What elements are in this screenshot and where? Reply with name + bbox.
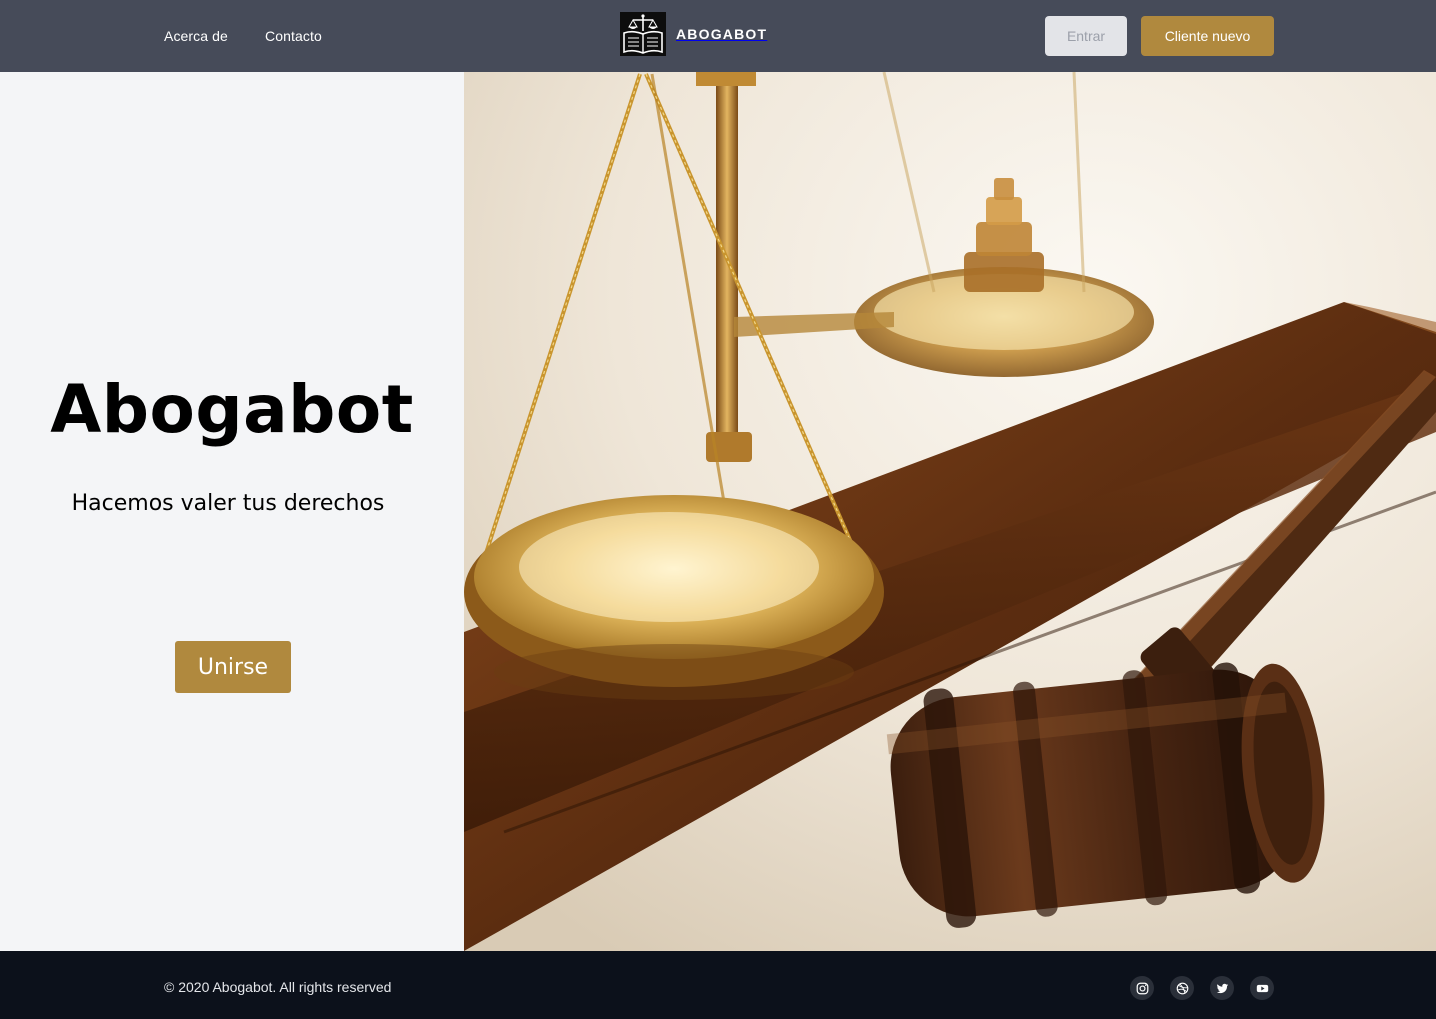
- hero-text-panel: Abogabot Hacemos valer tus derechos Unir…: [0, 72, 464, 951]
- nav-link-about[interactable]: Acerca de: [164, 27, 228, 45]
- youtube-icon[interactable]: [1250, 976, 1274, 1000]
- instagram-icon[interactable]: [1130, 976, 1154, 1000]
- new-client-button[interactable]: Cliente nuevo: [1141, 16, 1274, 56]
- brand-logo-link[interactable]: ABOGABOT: [619, 11, 767, 57]
- footer: © 2020 Abogabot. All rights reserved: [0, 951, 1436, 1019]
- copyright-text: © 2020 Abogabot. All rights reserved: [164, 979, 392, 995]
- brand-name: ABOGABOT: [676, 26, 768, 42]
- law-book-logo-icon: [619, 11, 667, 57]
- nav-link-contact[interactable]: Contacto: [265, 27, 322, 45]
- dribbble-icon[interactable]: [1170, 976, 1194, 1000]
- hero-image-scales-gavel: [464, 72, 1436, 951]
- login-button[interactable]: Entrar: [1045, 16, 1127, 56]
- hero-subtitle: Hacemos valer tus derechos: [71, 491, 385, 516]
- join-button[interactable]: Unirse: [175, 641, 291, 693]
- top-navbar: Acerca de Contacto ABOGABOT Entrar Clien…: [0, 0, 1436, 72]
- hero-title: Abogabot: [50, 371, 414, 448]
- twitter-icon[interactable]: [1210, 976, 1234, 1000]
